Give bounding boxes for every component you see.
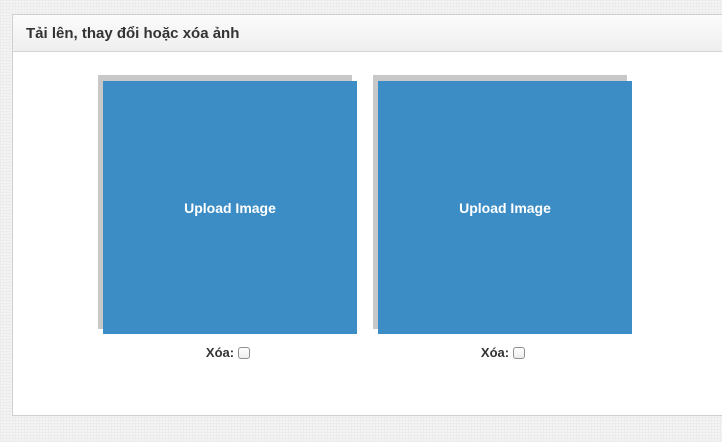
delete-checkbox-2[interactable] bbox=[513, 346, 526, 359]
delete-label: Xóa: bbox=[205, 345, 235, 360]
delete-label: Xóa: bbox=[480, 345, 510, 360]
panel-title: Tải lên, thay đổi hoặc xóa ảnh bbox=[26, 24, 240, 42]
delete-row-2: Xóa: bbox=[373, 345, 633, 360]
upload-image-button-2[interactable]: Upload Image bbox=[378, 81, 632, 334]
upload-image-label: Upload Image bbox=[459, 199, 551, 216]
panel-header: Tải lên, thay đổi hoặc xóa ảnh bbox=[13, 15, 722, 52]
upload-image-button-1[interactable]: Upload Image bbox=[103, 81, 357, 334]
delete-checkbox-1[interactable] bbox=[238, 346, 251, 359]
upload-image-label: Upload Image bbox=[184, 199, 276, 216]
image-upload-panel: Tải lên, thay đổi hoặc xóa ảnh Upload Im… bbox=[12, 14, 722, 416]
delete-row-1: Xóa: bbox=[98, 345, 358, 360]
